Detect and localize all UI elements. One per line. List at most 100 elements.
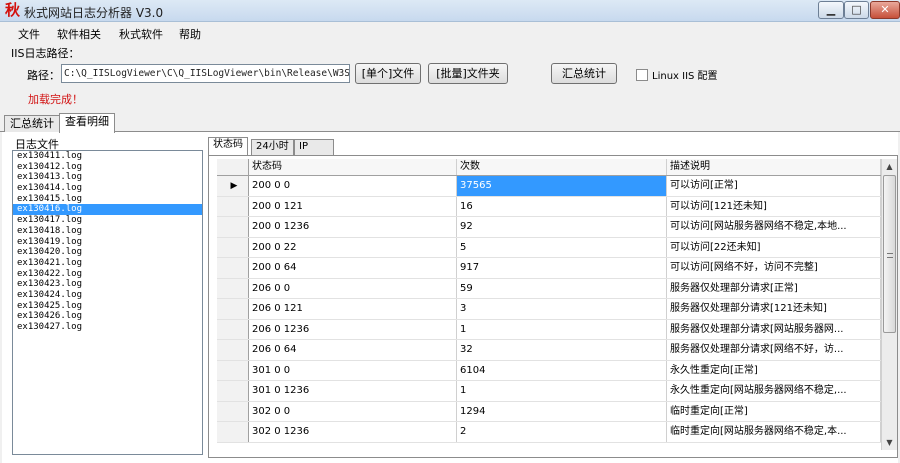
tab-detail[interactable]: 查看明细	[59, 113, 115, 133]
tab-ip[interactable]: IP	[294, 139, 334, 155]
cell-count[interactable]: 16	[457, 196, 667, 216]
table-row[interactable]: 200 0 64 917 可以访问[网络不好，访问不完整]	[217, 258, 881, 279]
row-header[interactable]	[217, 237, 249, 257]
cell-count[interactable]: 917	[457, 258, 667, 278]
list-item[interactable]: ex130417.log	[13, 215, 202, 226]
row-header[interactable]	[217, 401, 249, 421]
list-item[interactable]: ex130413.log	[13, 172, 202, 183]
scroll-up-arrow-icon[interactable]: ▲	[882, 159, 897, 174]
table-row[interactable]: 200 0 121 16 可以访问[121还未知]	[217, 196, 881, 217]
cell-status-code[interactable]: 200 0 22	[249, 237, 457, 257]
menu-qiu-software[interactable]: 秋式软件	[119, 26, 163, 42]
single-file-button[interactable]: [单个]文件	[355, 63, 421, 84]
list-item[interactable]: ex130427.log	[13, 322, 202, 333]
table-row[interactable]: 200 0 22 5 可以访问[22还未知]	[217, 237, 881, 258]
table-row[interactable]: 206 0 121 3 服务器仅处理部分请求[121还未知]	[217, 299, 881, 320]
cell-description[interactable]: 服务器仅处理部分请求[网络不好，访...	[667, 340, 881, 360]
cell-status-code[interactable]: 206 0 0	[249, 278, 457, 298]
cell-status-code[interactable]: 301 0 1236	[249, 381, 457, 401]
list-item-selected[interactable]: ex130416.log	[13, 204, 202, 216]
menu-file[interactable]: 文件	[18, 26, 40, 42]
row-header[interactable]	[217, 340, 249, 360]
cell-status-code[interactable]: 206 0 121	[249, 299, 457, 319]
path-input[interactable]: C:\Q_IISLogViewer\C\Q_IISLogViewer\bin\R…	[61, 64, 350, 83]
column-header-count[interactable]: 次数	[457, 159, 667, 175]
list-item[interactable]: ex130415.log	[13, 194, 202, 205]
cell-description[interactable]: 可以访问[22还未知]	[667, 237, 881, 257]
list-item[interactable]: ex130422.log	[13, 269, 202, 280]
row-header[interactable]	[217, 258, 249, 278]
cell-status-code[interactable]: 200 0 64	[249, 258, 457, 278]
tab-status-code[interactable]: 状态码	[208, 137, 248, 155]
cell-status-code[interactable]: 302 0 1236	[249, 422, 457, 442]
cell-description[interactable]: 可以访问[正常]	[667, 176, 881, 196]
cell-count-selected[interactable]: 37565	[457, 176, 667, 196]
cell-status-code[interactable]: 200 0 0	[249, 176, 457, 196]
close-button[interactable]: ✕	[870, 1, 900, 19]
menu-help[interactable]: 帮助	[179, 26, 201, 42]
table-row[interactable]: 301 0 0 6104 永久性重定向[正常]	[217, 360, 881, 381]
row-header[interactable]	[217, 381, 249, 401]
maximize-button[interactable]: □	[844, 1, 869, 19]
table-row[interactable]: 302 0 0 1294 临时重定向[正常]	[217, 401, 881, 422]
batch-folder-button[interactable]: [批量]文件夹	[428, 63, 508, 84]
list-item[interactable]: ex130423.log	[13, 279, 202, 290]
summary-stats-button[interactable]: 汇总统计	[551, 63, 617, 84]
cell-count[interactable]: 2	[457, 422, 667, 442]
cell-description[interactable]: 可以访问[121还未知]	[667, 196, 881, 216]
menu-software[interactable]: 软件相关	[57, 26, 101, 42]
cell-count[interactable]: 5	[457, 237, 667, 257]
table-row[interactable]: 206 0 0 59 服务器仅处理部分请求[正常]	[217, 278, 881, 299]
cell-count[interactable]: 1	[457, 381, 667, 401]
row-header[interactable]	[217, 299, 249, 319]
list-item[interactable]: ex130411.log	[13, 151, 202, 162]
cell-description[interactable]: 临时重定向[网站服务器网络不稳定,本...	[667, 422, 881, 442]
column-header-status-code[interactable]: 状态码	[249, 159, 457, 175]
list-item[interactable]: ex130414.log	[13, 183, 202, 194]
grid-vertical-scrollbar[interactable]: ▲ ▼	[881, 159, 897, 450]
table-row[interactable]: 301 0 1236 1 永久性重定向[网站服务器网络不稳定,...	[217, 381, 881, 402]
table-row[interactable]: ▶ 200 0 0 37565 可以访问[正常]	[217, 176, 881, 197]
table-row[interactable]: 206 0 1236 1 服务器仅处理部分请求[网站服务器网...	[217, 319, 881, 340]
row-header[interactable]	[217, 319, 249, 339]
cell-count[interactable]: 1	[457, 319, 667, 339]
table-row[interactable]: 206 0 64 32 服务器仅处理部分请求[网络不好，访...	[217, 340, 881, 361]
cell-count[interactable]: 92	[457, 217, 667, 237]
row-header[interactable]	[217, 217, 249, 237]
scrollbar-thumb[interactable]	[883, 175, 896, 333]
cell-description[interactable]: 服务器仅处理部分请求[121还未知]	[667, 299, 881, 319]
row-header[interactable]	[217, 360, 249, 380]
row-header[interactable]	[217, 196, 249, 216]
list-item[interactable]: ex130419.log	[13, 237, 202, 248]
list-item[interactable]: ex130421.log	[13, 258, 202, 269]
cell-description[interactable]: 服务器仅处理部分请求[网站服务器网...	[667, 319, 881, 339]
cell-status-code[interactable]: 200 0 121	[249, 196, 457, 216]
cell-description[interactable]: 临时重定向[正常]	[667, 401, 881, 421]
list-item[interactable]: ex130424.log	[13, 290, 202, 301]
table-row[interactable]: 200 0 1236 92 可以访问[网站服务器网络不稳定,本地...	[217, 217, 881, 238]
cell-description[interactable]: 可以访问[网站服务器网络不稳定,本地...	[667, 217, 881, 237]
list-item[interactable]: ex130425.log	[13, 301, 202, 312]
scroll-down-arrow-icon[interactable]: ▼	[882, 435, 897, 450]
list-item[interactable]: ex130420.log	[13, 247, 202, 258]
row-header[interactable]	[217, 278, 249, 298]
cell-count[interactable]: 1294	[457, 401, 667, 421]
tab-24-hours[interactable]: 24小时	[251, 139, 294, 155]
cell-status-code[interactable]: 301 0 0	[249, 360, 457, 380]
cell-description[interactable]: 永久性重定向[正常]	[667, 360, 881, 380]
table-row[interactable]: 302 0 1236 2 临时重定向[网站服务器网络不稳定,本...	[217, 422, 881, 443]
list-item[interactable]: ex130426.log	[13, 311, 202, 322]
cell-description[interactable]: 可以访问[网络不好，访问不完整]	[667, 258, 881, 278]
cell-count[interactable]: 6104	[457, 360, 667, 380]
cell-status-code[interactable]: 206 0 64	[249, 340, 457, 360]
list-item[interactable]: ex130412.log	[13, 162, 202, 173]
cell-status-code[interactable]: 200 0 1236	[249, 217, 457, 237]
cell-description[interactable]: 永久性重定向[网站服务器网络不稳定,...	[667, 381, 881, 401]
row-header[interactable]	[217, 422, 249, 442]
cell-count[interactable]: 59	[457, 278, 667, 298]
cell-description[interactable]: 服务器仅处理部分请求[正常]	[667, 278, 881, 298]
tab-summary[interactable]: 汇总统计	[4, 115, 60, 132]
minimize-button[interactable]: ▁	[818, 1, 844, 19]
cell-count[interactable]: 3	[457, 299, 667, 319]
log-file-list[interactable]: ex130411.log ex130412.log ex130413.log e…	[12, 150, 203, 455]
